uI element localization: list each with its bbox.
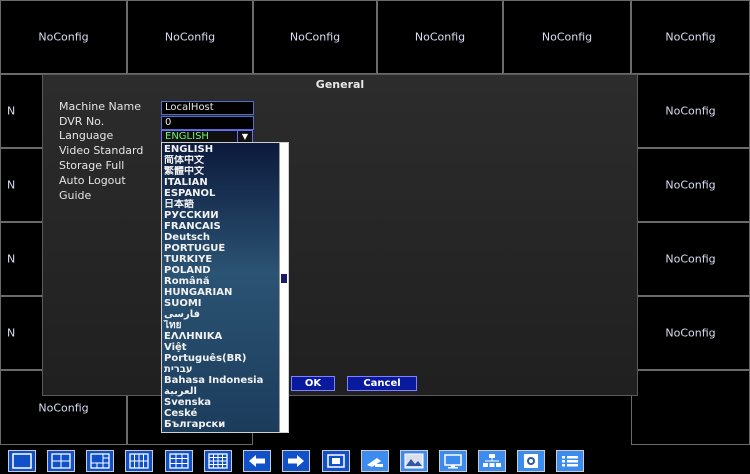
language-option[interactable]: HUNGARIAN — [162, 287, 278, 298]
language-option[interactable]: עברית — [162, 364, 278, 375]
language-option[interactable]: PORTUGUÊ — [162, 243, 278, 254]
language-option[interactable]: Română — [162, 276, 278, 287]
camera-status-text: NoConfig — [414, 30, 466, 44]
camera-tile-7[interactable]: N — [0, 74, 43, 148]
language-option[interactable]: FRANCAIS — [162, 221, 278, 232]
layout-8-icon[interactable] — [125, 450, 153, 472]
playback-icon[interactable] — [439, 450, 467, 472]
language-option[interactable]: Български — [162, 419, 278, 430]
language-option[interactable]: SUOMI — [162, 298, 278, 309]
language-option[interactable]: 简体中文 — [162, 155, 278, 166]
video-standard-label: Video Standard — [59, 144, 144, 157]
ptz-icon[interactable] — [361, 450, 389, 472]
camera-status-text: NoConfig — [38, 401, 89, 414]
language-option[interactable]: ΕΛΛΗΝΙΚΑ — [162, 331, 278, 342]
language-option[interactable]: Svenska — [162, 397, 278, 408]
camera-status-text: NoConfig — [665, 178, 716, 192]
layout-6-icon[interactable] — [86, 450, 114, 472]
fullscreen-icon[interactable] — [322, 450, 350, 472]
network-icon[interactable] — [478, 450, 506, 472]
record-icon[interactable] — [517, 450, 545, 472]
language-option[interactable]: ENGLISH — [162, 144, 278, 155]
machine-name-input[interactable]: LocalHost — [161, 101, 254, 115]
language-option[interactable]: 日本語 — [162, 199, 278, 210]
camera-status-text: NoConfig — [665, 104, 716, 118]
image-settings-icon[interactable] — [400, 450, 428, 472]
cancel-button[interactable]: Cancel — [347, 376, 417, 391]
layout-1-icon[interactable] — [8, 450, 36, 472]
language-options: ENGLISH 简体中文 繁體中文 ITALIAN ESPAÑOL 日本語 РУССКИЙ F… — [162, 144, 278, 430]
camera-tile-10[interactable]: N — [0, 296, 43, 370]
auto-logout-label: Auto Logout — [59, 174, 126, 187]
camera-tile-17[interactable] — [631, 370, 750, 445]
language-option[interactable]: Việt — [162, 342, 278, 353]
layout-16-icon[interactable] — [204, 450, 232, 472]
camera-status-text: NoConfig — [541, 30, 593, 44]
storage-full-label: Storage Full — [59, 159, 125, 172]
bottom-toolbar — [0, 447, 750, 474]
camera-tile-1[interactable]: NoConfig — [0, 0, 127, 74]
language-option[interactable]: ITALIAN — [162, 177, 278, 188]
camera-tile-13[interactable]: NoConfig — [631, 222, 750, 296]
machine-name-label: Machine Name — [59, 100, 141, 113]
dialog-title: General — [315, 78, 365, 91]
language-option[interactable]: РУССКИЙ — [162, 210, 278, 221]
language-option[interactable]: ไทย — [162, 320, 278, 331]
language-option[interactable]: Português(BR) — [162, 353, 278, 364]
language-option[interactable]: Deutsch — [162, 232, 278, 243]
dropdown-scrollbar[interactable] — [279, 143, 288, 432]
camera-tile-6[interactable]: NoConfig — [631, 0, 750, 74]
menu-icon[interactable] — [556, 450, 584, 472]
camera-tile-5[interactable]: NoConfig — [503, 0, 631, 74]
camera-status-text: NoConfig — [665, 252, 716, 266]
camera-tile-3[interactable]: NoConfig — [253, 0, 377, 74]
language-dropdown-list[interactable]: ENGLISH 简体中文 繁體中文 ITALIAN ESPAÑOL 日本語 РУССКИЙ F… — [161, 142, 289, 433]
camera-tile-9[interactable]: N — [0, 222, 43, 296]
language-option[interactable]: Bahasa Indonesia — [162, 375, 278, 386]
dvr-no-label: DVR No. — [59, 115, 105, 128]
camera-tile-8[interactable]: N — [0, 148, 43, 222]
camera-tile-11[interactable]: NoConfig — [631, 74, 750, 148]
camera-tile-4[interactable]: NoConfig — [377, 0, 503, 74]
camera-status-text: NoConfig — [164, 30, 216, 44]
general-settings-dialog: General Machine Name LocalHost DVR No. 0… — [42, 74, 638, 396]
next-icon[interactable] — [282, 450, 310, 472]
language-option[interactable]: České — [162, 408, 278, 419]
camera-status-text: NoConfig — [665, 30, 716, 44]
language-option[interactable]: ESPAÑOL — [162, 188, 278, 199]
language-option[interactable]: فارسی — [162, 309, 278, 320]
language-option[interactable]: 繁體中文 — [162, 166, 278, 177]
camera-status-text: NoConfig — [289, 30, 341, 44]
prev-icon[interactable] — [243, 450, 271, 472]
camera-status-text: NoConfig — [38, 30, 89, 44]
ok-button[interactable]: OK — [291, 376, 335, 391]
scrollbar-thumb[interactable] — [281, 274, 287, 283]
camera-tile-12[interactable]: NoConfig — [631, 148, 750, 222]
language-label: Language — [59, 129, 114, 142]
camera-status-text: NoConfig — [665, 326, 716, 340]
language-option[interactable]: العربية — [162, 386, 278, 397]
language-option[interactable]: POLAND — [162, 265, 278, 276]
camera-tile-14[interactable]: NoConfig — [631, 296, 750, 370]
guide-label: Guide — [59, 189, 92, 202]
layout-4-icon[interactable] — [47, 450, 75, 472]
camera-tile-2[interactable]: NoConfig — [127, 0, 253, 74]
layout-9-icon[interactable] — [165, 450, 193, 472]
dvr-no-input[interactable]: 0 — [161, 116, 254, 130]
language-option[interactable]: TÜRKIYE — [162, 254, 278, 265]
